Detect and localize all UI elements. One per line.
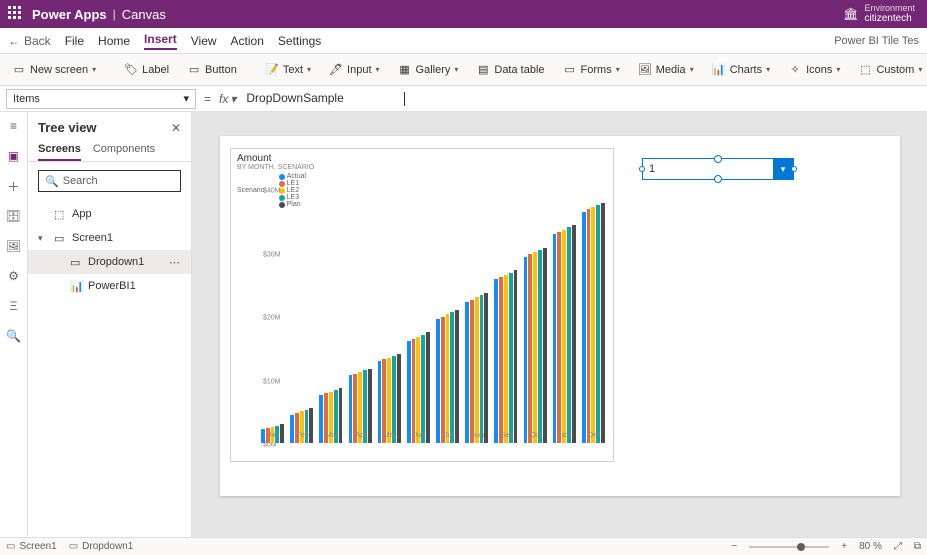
waffle-icon[interactable]: [8, 6, 24, 22]
text-icon: 📝: [265, 63, 279, 77]
title-bar: Power Apps | Canvas 🏛 Environment citize…: [0, 0, 927, 28]
dropdown-value: 1: [643, 163, 773, 175]
dropdown-icon: ▭: [70, 256, 82, 268]
left-rail: ≡ ▣ ＋ 🗄 🖼 ⚙ Ξ 🔍: [0, 112, 28, 537]
chart-subtitle: BY MONTH, SCENARIO: [231, 164, 613, 171]
app-name: Power Apps: [32, 7, 107, 22]
environment-picker[interactable]: Environment citizentech: [864, 4, 915, 25]
tree-item-dropdown1[interactable]: ▭Dropdown1⋯: [28, 250, 191, 274]
screen-icon: ▭: [12, 63, 26, 77]
menu-home[interactable]: Home: [98, 34, 130, 48]
fit-icon[interactable]: ⤢: [894, 541, 902, 552]
formula-input[interactable]: DropDownSample: [240, 91, 927, 106]
rail-flow-icon[interactable]: ⚙: [6, 268, 22, 284]
datatable-button[interactable]: ▤Data table: [472, 61, 548, 79]
tree-item-powerbi1[interactable]: 📊PowerBI1: [28, 274, 191, 298]
fx-label[interactable]: fx▾: [219, 92, 236, 106]
canvas-area[interactable]: Amount BY MONTH, SCENARIO Scenario Actua…: [192, 112, 927, 537]
text-button[interactable]: 📝Text▾: [261, 61, 315, 79]
menu-settings[interactable]: Settings: [278, 34, 321, 48]
chevron-down-icon[interactable]: ▾: [38, 233, 48, 244]
zoom-in-icon[interactable]: +: [841, 541, 847, 552]
tab-screens[interactable]: Screens: [38, 139, 81, 161]
new-screen-button[interactable]: ▭New screen▾: [8, 61, 100, 79]
button-button[interactable]: ▭Button: [183, 61, 241, 79]
rail-data-icon[interactable]: 🗄: [6, 208, 22, 224]
icons-icon: ✧: [788, 63, 802, 77]
gallery-icon: ▦: [398, 63, 412, 77]
datatable-icon: ▤: [476, 63, 490, 77]
custom-button[interactable]: ⬚Custom▾: [854, 61, 926, 79]
tree-view-pane: Tree view ✕ Screens Components 🔍 Search …: [28, 112, 192, 537]
charts-button[interactable]: 📊Charts▾: [708, 61, 774, 79]
chevron-down-icon[interactable]: ▾: [773, 159, 793, 179]
dropdown-control[interactable]: 1 ▾: [642, 158, 794, 180]
chevron-down-icon: ▾: [183, 92, 189, 105]
zoom-level: 80 %: [859, 541, 882, 552]
powerbi-tile[interactable]: Amount BY MONTH, SCENARIO Scenario Actua…: [230, 148, 614, 462]
chart-title: Amount: [231, 149, 613, 164]
media-icon: 🖼: [638, 63, 652, 77]
app-icon: ⬚: [54, 208, 66, 220]
menu-insert[interactable]: Insert: [144, 32, 177, 50]
zoom-out-icon[interactable]: −: [731, 541, 737, 552]
app-title-right: Power BI Tile Tes: [834, 35, 919, 47]
tab-components[interactable]: Components: [93, 139, 155, 161]
rail-variables-icon[interactable]: Ξ: [6, 298, 22, 314]
canvas-screen[interactable]: Amount BY MONTH, SCENARIO Scenario Actua…: [220, 136, 900, 496]
screen-icon: ▭: [54, 232, 66, 244]
button-icon: ▭: [187, 63, 201, 77]
environment-icon[interactable]: 🏛: [843, 7, 858, 21]
rail-tree-icon[interactable]: ▣: [6, 148, 22, 164]
search-icon: 🔍: [45, 175, 59, 188]
breadcrumb-screen[interactable]: ▭ Screen1: [6, 541, 57, 552]
tree-item-app[interactable]: ⬚App: [28, 202, 191, 226]
tree-item-screen1[interactable]: ▾▭Screen1: [28, 226, 191, 250]
close-icon[interactable]: ✕: [171, 121, 181, 135]
breadcrumb-control[interactable]: ▭ Dropdown1: [69, 541, 134, 552]
tree-title: Tree view: [38, 120, 97, 135]
label-button[interactable]: 🏷Label: [120, 61, 173, 79]
input-button[interactable]: 🖊Input▾: [325, 61, 383, 79]
label-icon: 🏷: [124, 63, 138, 77]
resize-handle[interactable]: [639, 166, 645, 172]
insert-ribbon: ▭New screen▾ 🏷Label ▭Button 📝Text▾ 🖊Inpu…: [0, 54, 927, 86]
menu-view[interactable]: View: [191, 34, 217, 48]
popout-icon[interactable]: ⧉: [914, 541, 921, 552]
menu-file[interactable]: File: [65, 34, 84, 48]
input-icon: 🖊: [329, 63, 343, 77]
rail-insert-icon[interactable]: ＋: [6, 178, 22, 194]
menu-bar: ← Back File Home Insert View Action Sett…: [0, 28, 927, 54]
media-button[interactable]: 🖼Media▾: [634, 61, 698, 79]
formula-bar: Items▾ = fx▾ DropDownSample: [0, 86, 927, 112]
forms-icon: ▭: [563, 63, 577, 77]
more-icon[interactable]: ⋯: [169, 256, 181, 269]
tree-search-input[interactable]: 🔍 Search: [38, 170, 181, 192]
back-button[interactable]: ← Back: [8, 34, 51, 48]
zoom-slider[interactable]: [749, 546, 829, 548]
charts-icon: 📊: [712, 63, 726, 77]
property-dropdown[interactable]: Items▾: [6, 89, 196, 109]
icons-button[interactable]: ✧Icons▾: [784, 61, 844, 79]
rail-search-icon[interactable]: 🔍: [6, 328, 22, 344]
forms-button[interactable]: ▭Forms▾: [559, 61, 624, 79]
app-context: Canvas: [122, 7, 166, 22]
rail-media-icon[interactable]: 🖼: [6, 238, 22, 254]
menu-action[interactable]: Action: [231, 34, 264, 48]
resize-handle[interactable]: [791, 166, 797, 172]
status-bar: ▭ Screen1 ▭ Dropdown1 − + 80 % ⤢ ⧉: [0, 537, 927, 555]
gallery-button[interactable]: ▦Gallery▾: [394, 61, 463, 79]
rail-hamburger-icon[interactable]: ≡: [6, 118, 22, 134]
powerbi-icon: 📊: [70, 280, 82, 292]
custom-icon: ⬚: [858, 63, 872, 77]
chart-plot: $0M$10M$20M$30M$40MJanFebMarAprMayJunJul…: [259, 191, 607, 443]
